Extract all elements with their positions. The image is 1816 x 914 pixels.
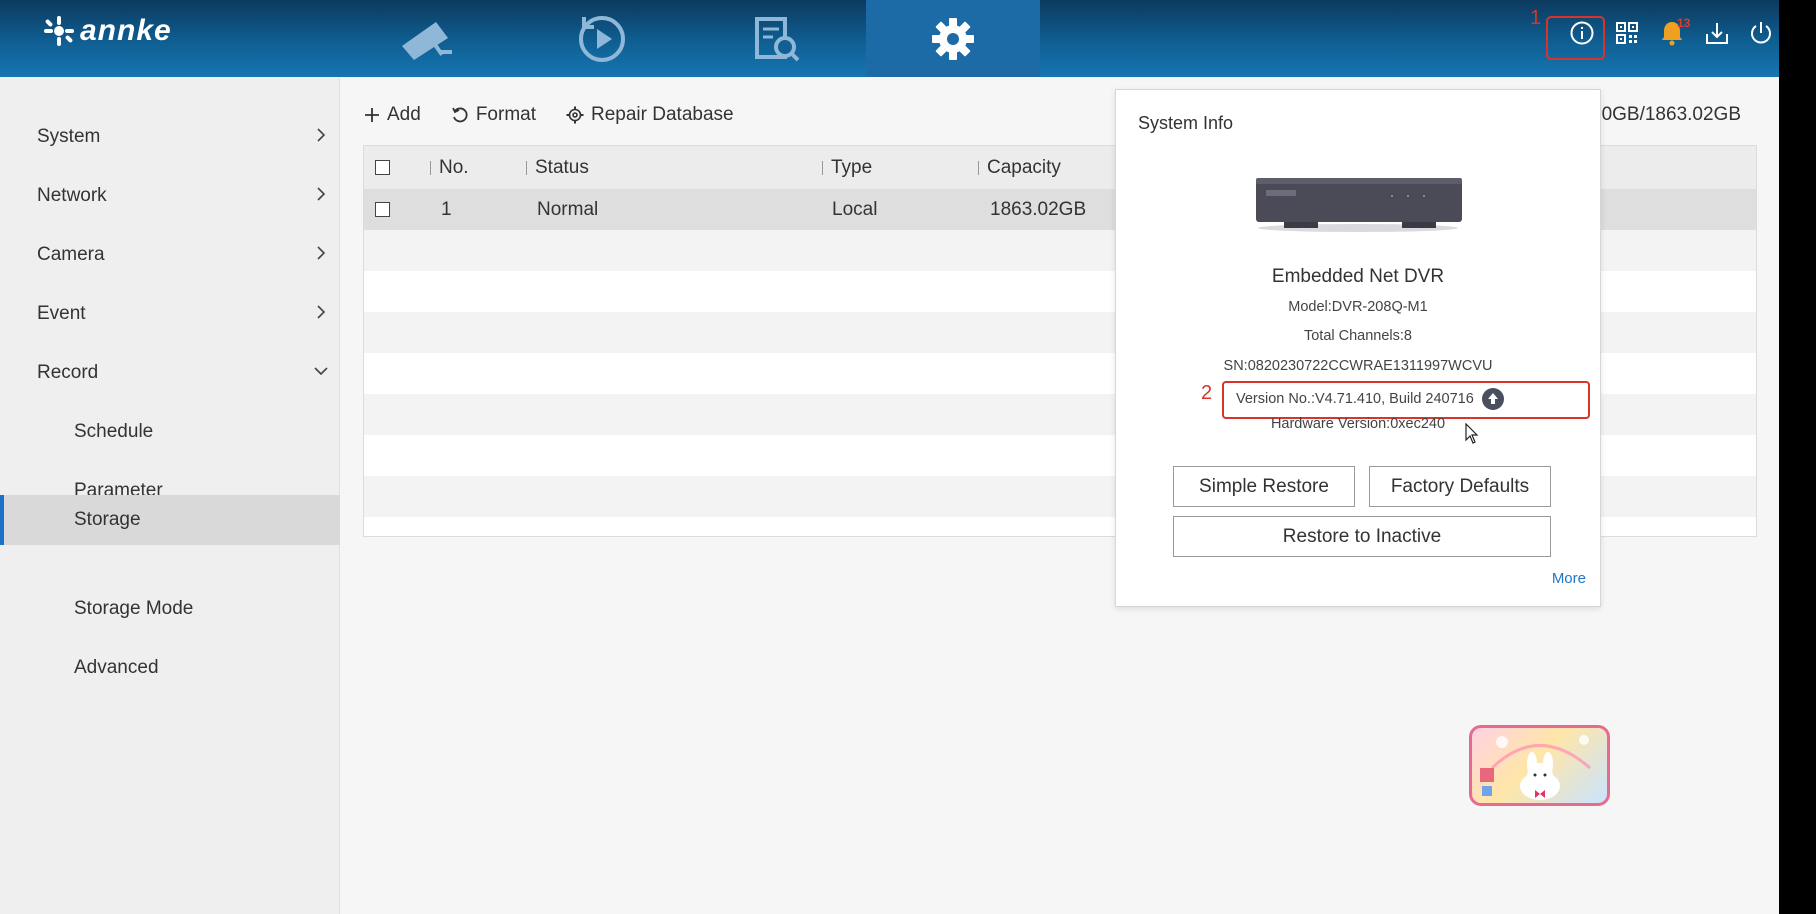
sidebar-item-network[interactable]: Network bbox=[0, 167, 340, 224]
cell-type: Local bbox=[832, 198, 878, 220]
tab-live-view[interactable] bbox=[340, 0, 514, 77]
sidebar-item-label: Storage bbox=[74, 509, 141, 530]
qr-code-button[interactable] bbox=[1610, 16, 1644, 50]
sidebar-item-label: Camera bbox=[37, 243, 105, 265]
power-button[interactable] bbox=[1744, 16, 1778, 50]
total-channels: Total Channels:8 bbox=[1303, 328, 1412, 344]
chevron-right-icon bbox=[317, 128, 326, 142]
playback-icon bbox=[579, 15, 625, 62]
sidebar-item-storage-mode[interactable]: Storage Mode bbox=[0, 580, 340, 637]
firmware-version: Version No.:V4.71.410, Build 240716 bbox=[1236, 388, 1504, 410]
bunny-sticker-icon bbox=[1480, 735, 1591, 800]
firmware-version-text: Version No.:V4.71.410, Build 240716 bbox=[1236, 391, 1474, 407]
format-button[interactable]: Format bbox=[451, 104, 536, 126]
dvr-web-app: annke 13 1 System Network Camera Event R… bbox=[0, 0, 1779, 914]
sidebar-item-storage[interactable]: Storage bbox=[0, 495, 340, 545]
file-search-icon bbox=[755, 16, 800, 61]
sidebar-item-advanced[interactable]: Advanced bbox=[0, 639, 340, 696]
sidebar-item-system[interactable]: System bbox=[0, 108, 340, 165]
sidebar-item-label: System bbox=[37, 125, 101, 147]
chevron-down-icon bbox=[314, 367, 328, 376]
device-name: Embedded Net DVR bbox=[1271, 266, 1445, 287]
sidebar-item-camera[interactable]: Camera bbox=[0, 226, 340, 283]
plus-icon bbox=[365, 108, 379, 122]
sidebar-item-schedule[interactable]: Schedule bbox=[0, 403, 340, 460]
column-header-no: No. bbox=[430, 146, 469, 189]
column-header-status: Status bbox=[526, 146, 589, 189]
download-icon bbox=[1706, 23, 1728, 44]
upgrade-icon[interactable] bbox=[1481, 388, 1504, 410]
sidebar-item-label: Advanced bbox=[74, 656, 159, 678]
restore-to-inactive-button[interactable]: Restore to Inactive bbox=[1173, 516, 1551, 557]
logo-text: annke bbox=[80, 14, 172, 47]
panel-title: System Info bbox=[1138, 113, 1234, 133]
add-button[interactable]: Add bbox=[364, 104, 421, 126]
capacity-summary: 00GB/1863.02GB bbox=[1591, 104, 1741, 125]
sidebar: System Network Camera Event Record Sched… bbox=[0, 77, 340, 914]
power-icon bbox=[1751, 22, 1771, 44]
row-checkbox[interactable] bbox=[375, 189, 390, 230]
repair-database-label: Repair Database bbox=[591, 104, 734, 125]
simple-restore-button[interactable]: Simple Restore bbox=[1173, 466, 1355, 507]
tab-configuration[interactable] bbox=[866, 0, 1040, 77]
column-header-type: Type bbox=[822, 146, 872, 189]
repair-database-button[interactable]: Repair Database bbox=[566, 104, 734, 126]
cog-icon bbox=[566, 106, 584, 124]
storage-toolbar: Add Format Repair Database bbox=[364, 100, 764, 130]
chevron-right-icon bbox=[317, 246, 326, 260]
gear-icon bbox=[932, 17, 974, 60]
notifications-button[interactable]: 13 bbox=[1655, 16, 1691, 50]
cell-capacity: 1863.02GB bbox=[990, 198, 1087, 220]
decorative-sticker bbox=[1469, 725, 1610, 806]
sidebar-item-label: Record bbox=[37, 361, 99, 383]
annotation-step-2: 2 bbox=[1201, 382, 1213, 404]
add-button-label: Add bbox=[387, 104, 421, 125]
sidebar-item-label: Event bbox=[37, 302, 86, 324]
column-header-capacity: Capacity bbox=[978, 146, 1061, 189]
sidebar-item-label: Storage Mode bbox=[74, 597, 194, 619]
chevron-right-icon bbox=[317, 187, 326, 201]
select-all-checkbox[interactable] bbox=[375, 146, 390, 189]
cell-no: 1 bbox=[441, 198, 452, 220]
refresh-icon bbox=[452, 107, 468, 123]
download-button[interactable] bbox=[1700, 16, 1734, 50]
annke-logo-icon bbox=[44, 16, 74, 46]
factory-defaults-button[interactable]: Factory Defaults bbox=[1369, 466, 1551, 507]
annotation-step-1: 1 bbox=[1530, 7, 1542, 29]
sidebar-item-label: Schedule bbox=[74, 420, 154, 442]
tab-playback[interactable] bbox=[515, 0, 689, 77]
sidebar-item-label: Network bbox=[37, 184, 107, 206]
system-info-panel: System Info Embedded Net DVR Model:DVR-2… bbox=[1115, 89, 1601, 607]
more-link[interactable]: More bbox=[1552, 570, 1586, 587]
format-button-label: Format bbox=[475, 104, 536, 125]
notification-badge: 13 bbox=[1677, 16, 1691, 30]
dvr-device-image bbox=[1256, 178, 1462, 232]
tab-search[interactable] bbox=[690, 0, 864, 77]
sidebar-item-event[interactable]: Event bbox=[0, 285, 340, 342]
hardware-version: Hardware Version:0xec240 bbox=[1270, 416, 1446, 432]
device-model: Model:DVR-208Q-M1 bbox=[1288, 299, 1428, 315]
top-bar: annke 13 1 bbox=[0, 0, 1779, 77]
sidebar-item-record[interactable]: Record bbox=[0, 344, 340, 401]
mouse-cursor-icon bbox=[1465, 423, 1479, 444]
chevron-right-icon bbox=[317, 305, 326, 319]
cell-status: Normal bbox=[537, 198, 599, 220]
qr-code-icon bbox=[1616, 22, 1638, 44]
annotation-highlight-info bbox=[1546, 16, 1605, 60]
serial-number: SN:0820230722CCWRAE1311997WCVU bbox=[1223, 358, 1493, 374]
camera-icon bbox=[402, 21, 452, 60]
logo: annke bbox=[42, 14, 172, 48]
